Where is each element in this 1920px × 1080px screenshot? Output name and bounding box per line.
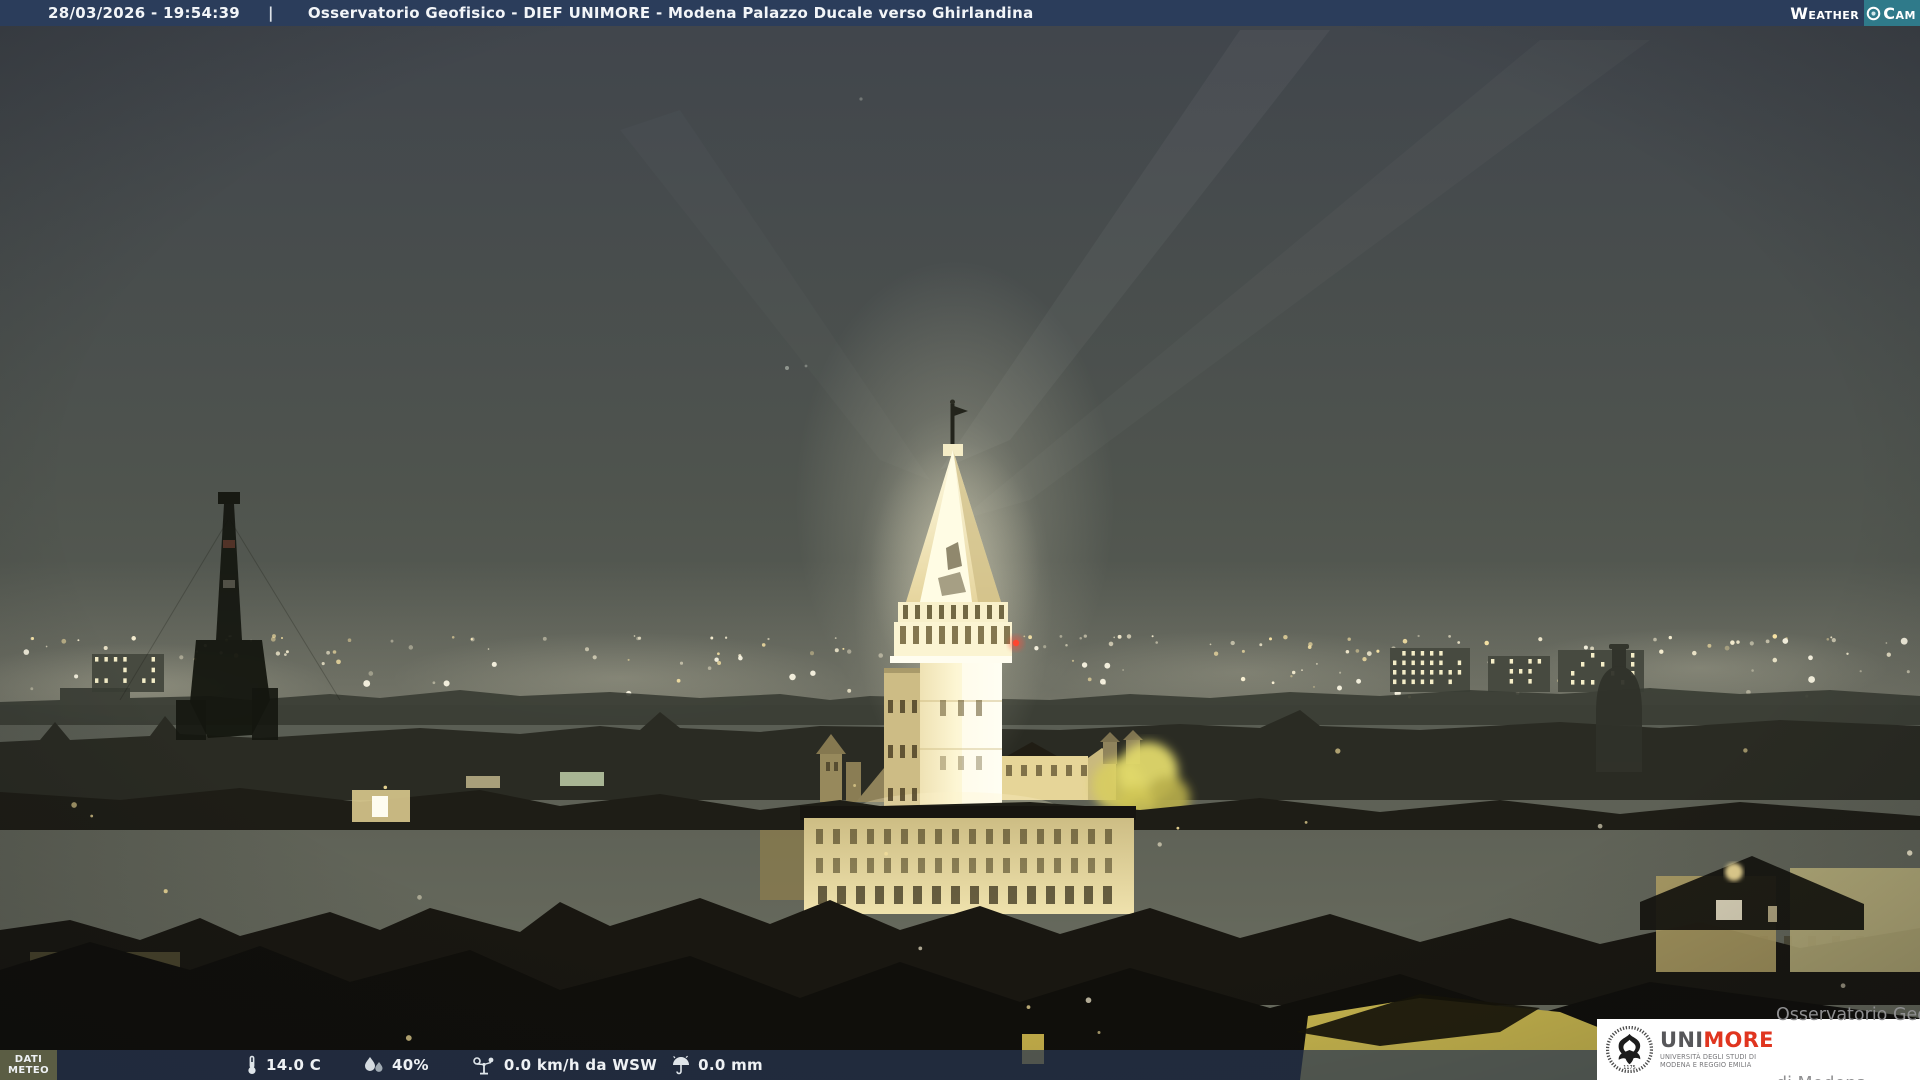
- badge-line2: METEO: [8, 1065, 49, 1076]
- temperature-value: 14.0 C: [266, 1056, 322, 1074]
- dati-meteo-badge: DATI METEO: [0, 1050, 57, 1080]
- vignette: [0, 0, 1920, 1080]
- unimore-eagle-seal-icon: 1175: [1606, 1026, 1653, 1073]
- unimore-more: MORE: [1703, 1027, 1774, 1052]
- seal-year: 1175: [1623, 1065, 1635, 1071]
- weathercam-brand-cambox: Cam: [1864, 0, 1920, 26]
- wind-value: 0.0 km/h da WSW: [503, 1056, 658, 1074]
- webcam-titlebar: 28/03/2026 - 19:54:39 | Osservatorio Geo…: [0, 0, 1920, 26]
- observatory-line1: Osservatorio Geofisico: [1776, 1004, 1920, 1025]
- weathercam-brand: Weather Cam: [1790, 0, 1920, 26]
- observatory-line2: di Modena: [1776, 1073, 1920, 1080]
- webcam-frame: 28/03/2026 - 19:54:39 | Osservatorio Geo…: [0, 0, 1920, 1080]
- unimore-logo-box: 1175 UNIMORE UNIVERSITÀ DEGLI STUDI DI M…: [1597, 1005, 1920, 1080]
- humidity-value: 40%: [392, 1056, 429, 1074]
- observatory-name: Osservatorio Geofisico di Modena: [1776, 958, 1920, 1080]
- unimore-uni: UNI: [1660, 1027, 1704, 1052]
- umbrella-icon: [673, 1055, 690, 1075]
- rain-reading: 0.0 mm: [671, 1055, 763, 1075]
- droplets-icon: [365, 1057, 383, 1072]
- separator: |: [268, 4, 274, 22]
- thermometer-icon: [248, 1055, 256, 1074]
- rain-value: 0.0 mm: [698, 1056, 763, 1074]
- weathercam-brand-cam: Cam: [1883, 3, 1916, 23]
- badge-line1: DATI: [14, 1054, 43, 1065]
- anemometer-icon: [473, 1057, 494, 1075]
- datetime-text: 28/03/2026 - 19:54:39: [48, 4, 241, 22]
- camera-title: Osservatorio Geofisico - DIEF UNIMORE - …: [307, 4, 1034, 22]
- unimore-wordmark: UNIMORE UNIVERSITÀ DEGLI STUDI DI MODENA…: [1660, 1027, 1774, 1069]
- weathercam-brand-weather: Weather: [1790, 3, 1860, 23]
- temperature-reading: 14.0 C: [245, 1055, 321, 1075]
- university-line2: MODENA E REGGIO EMILIA: [1660, 1060, 1752, 1069]
- night-cityscape-photo: [0, 0, 1920, 1080]
- wind-reading: 0.0 km/h da WSW: [471, 1055, 657, 1075]
- camera-lens-icon: [1867, 6, 1881, 20]
- humidity-reading: 40%: [363, 1055, 429, 1075]
